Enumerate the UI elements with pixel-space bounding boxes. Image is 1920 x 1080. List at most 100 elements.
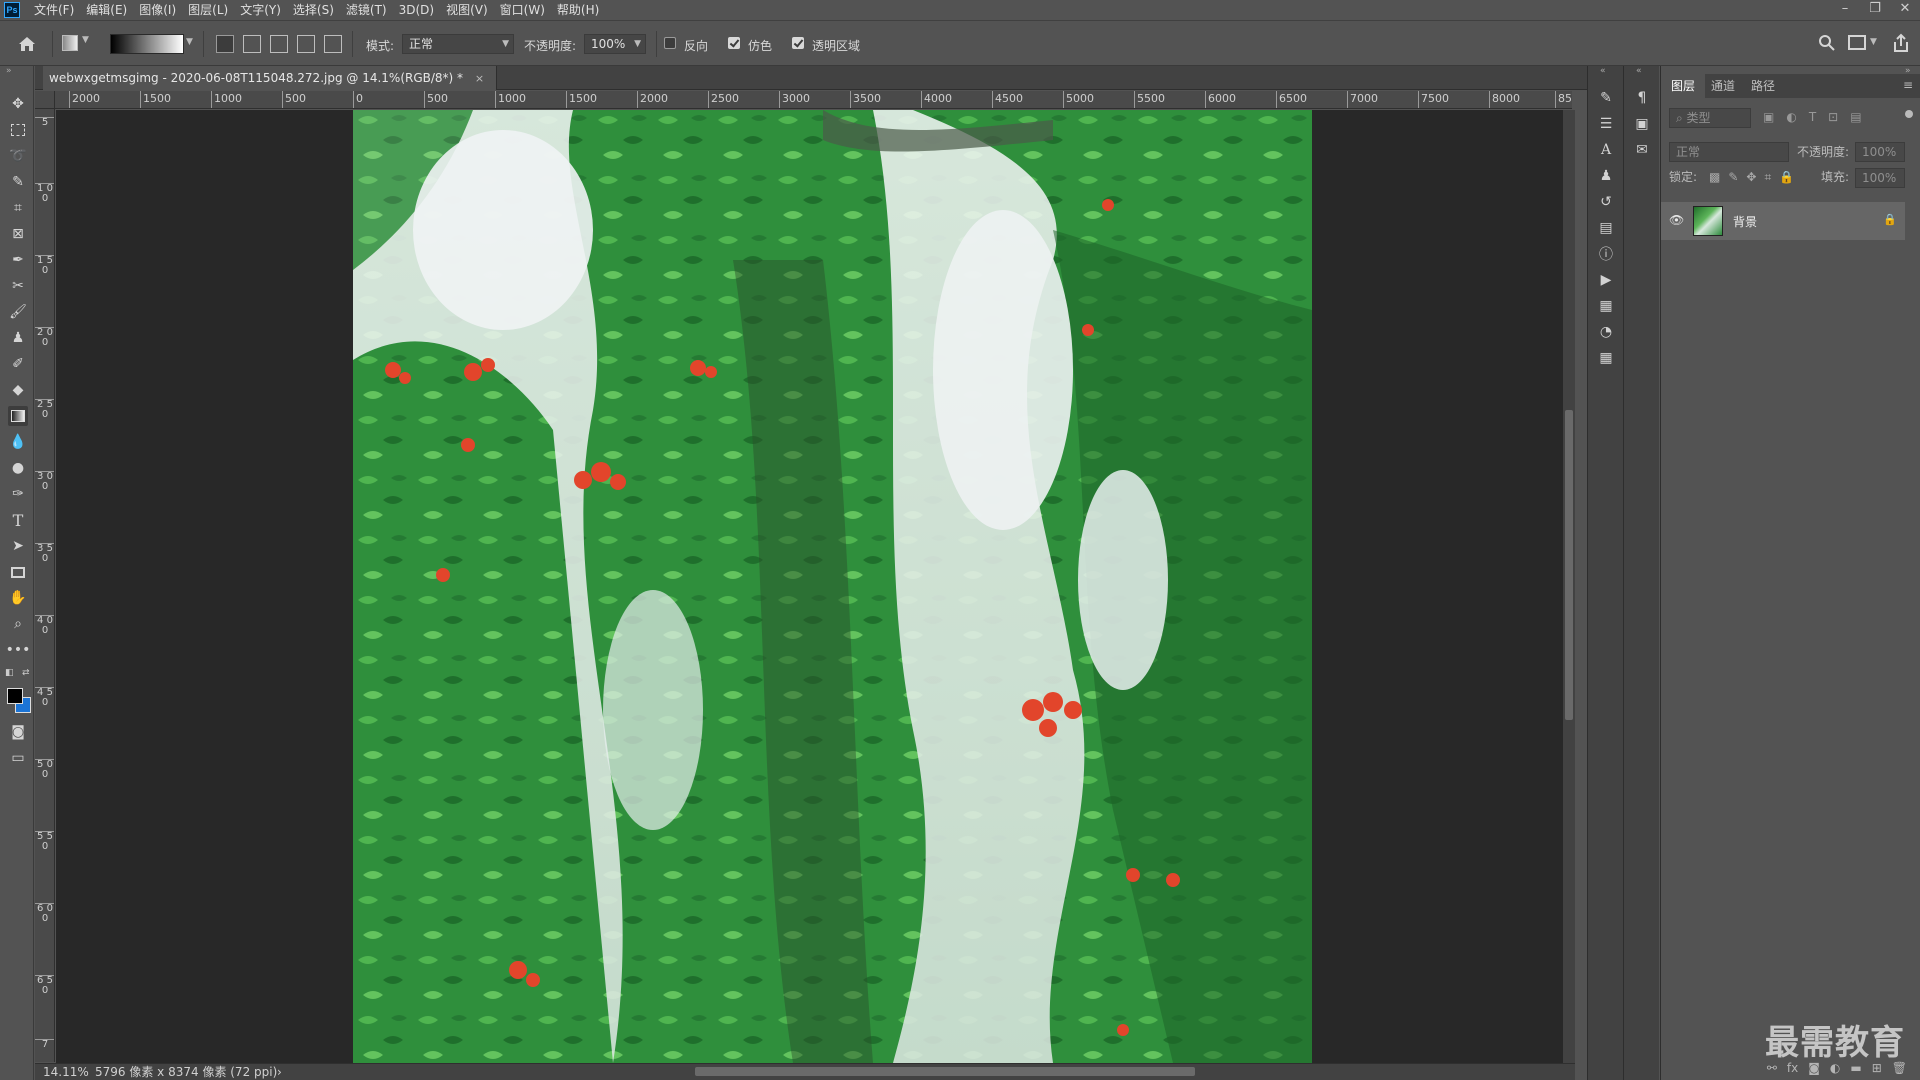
panel-menu-icon[interactable]: ≡ [1903, 78, 1913, 92]
clone-source-icon[interactable]: ♟ [1596, 166, 1616, 186]
actions-play-icon[interactable]: ▶ [1596, 270, 1616, 290]
reverse-checkbox[interactable] [664, 37, 676, 49]
blend-mode-select[interactable]: 正常 [1669, 142, 1789, 162]
collapse-icon[interactable]: » [6, 66, 12, 76]
3d-icon[interactable]: ◔ [1596, 322, 1616, 342]
transparency-checkbox[interactable] [792, 37, 804, 49]
workspace-icon[interactable] [1848, 35, 1866, 50]
tab-layers[interactable]: 图层 [1661, 74, 1706, 98]
move-tool-icon[interactable]: ✥ [8, 94, 28, 114]
history-icon[interactable]: ↺ [1596, 192, 1616, 212]
paragraph-icon[interactable]: ¶ [1632, 88, 1652, 108]
dither-checkbox[interactable] [728, 37, 740, 49]
filter-toggle-icon[interactable] [1905, 110, 1913, 118]
notes-icon[interactable]: ✉ [1632, 140, 1652, 160]
tool-preset-icon[interactable] [62, 35, 78, 51]
libraries-icon[interactable]: ▤ [1596, 218, 1616, 238]
default-colors-icon[interactable]: ◧ [5, 668, 14, 678]
rectangle-tool-icon[interactable] [8, 562, 28, 582]
properties-icon[interactable]: ▣ [1632, 114, 1652, 134]
restore-button[interactable]: ❐ [1860, 0, 1890, 20]
diamond-gradient-icon[interactable] [324, 35, 342, 53]
screen-mode-icon[interactable]: ▭ [8, 748, 28, 768]
styles-icon[interactable]: ▦ [1596, 296, 1616, 316]
type-tool-icon[interactable]: T [8, 510, 28, 530]
angle-gradient-icon[interactable] [270, 35, 288, 53]
crop-tool-icon[interactable]: ⌗ [8, 198, 28, 218]
layer-opacity-input[interactable]: 100% [1855, 142, 1905, 162]
menu-layer[interactable]: 图层(L) [182, 0, 234, 20]
vertical-scrollbar[interactable] [1563, 110, 1575, 1063]
lasso-tool-icon[interactable]: ➰ [8, 146, 28, 166]
lock-position-icon[interactable]: ✥ [1746, 170, 1756, 185]
linear-gradient-icon[interactable] [216, 35, 234, 53]
share-icon[interactable] [1892, 33, 1910, 56]
chevron-down-icon[interactable]: ▼ [82, 35, 89, 45]
menu-edit[interactable]: 编辑(E) [80, 0, 133, 20]
close-tab-icon[interactable]: × [475, 72, 484, 85]
foreground-color-swatch[interactable] [7, 688, 23, 704]
quick-select-tool-icon[interactable]: ✎ [8, 172, 28, 192]
gradient-picker[interactable] [110, 34, 184, 54]
lock-artboard-icon[interactable]: ⌗ [1764, 170, 1771, 185]
layer-row[interactable]: 👁 背景 🔒 [1661, 202, 1905, 240]
menu-help[interactable]: 帮助(H) [551, 0, 605, 20]
pen-tool-icon[interactable]: ✑ [8, 484, 28, 504]
menu-window[interactable]: 窗口(W) [494, 0, 551, 20]
lock-paint-icon[interactable]: ✎ [1728, 170, 1738, 185]
layer-name[interactable]: 背景 [1733, 213, 1757, 230]
smart-filter-icon[interactable]: ▤ [1850, 110, 1861, 124]
shape-filter-icon[interactable]: ⊡ [1828, 110, 1838, 124]
zoom-level[interactable]: 14.11% [43, 1064, 89, 1080]
status-menu-arrow[interactable]: › [277, 1064, 282, 1080]
menu-type[interactable]: 文字(Y) [234, 0, 287, 20]
gradient-tool-icon[interactable] [8, 406, 28, 426]
tab-channels[interactable]: 通道 [1701, 74, 1745, 98]
lock-all-icon[interactable]: 🔒 [1779, 170, 1794, 185]
layer-filter-search[interactable]: ⌕ 类型 [1669, 108, 1751, 128]
more-tools-icon[interactable]: ••• [6, 640, 31, 660]
menu-3d[interactable]: 3D(D) [393, 0, 440, 20]
eyedropper-tool-icon[interactable]: ✒ [8, 250, 28, 270]
character-icon[interactable]: A [1596, 140, 1616, 160]
adjustment-filter-icon[interactable]: ◐ [1786, 110, 1796, 124]
menu-view[interactable]: 视图(V) [440, 0, 494, 20]
history-brush-tool-icon[interactable]: ✐ [8, 354, 28, 374]
path-select-tool-icon[interactable]: ➤ [8, 536, 28, 556]
zoom-tool-icon[interactable]: ⌕ [8, 614, 28, 634]
menu-image[interactable]: 图像(I) [133, 0, 182, 20]
document-tab[interactable]: webwxgetmsgimg - 2020-06-08T115048.272.j… [43, 66, 498, 90]
close-window-button[interactable]: ✕ [1890, 0, 1920, 20]
chevron-down-icon[interactable]: ▼ [1870, 37, 1877, 47]
brush-settings-icon[interactable]: ✎ [1596, 88, 1616, 108]
menu-file[interactable]: 文件(F) [28, 0, 80, 20]
type-filter-icon[interactable]: T [1809, 110, 1816, 124]
horizontal-scroll-thumb[interactable] [695, 1067, 1195, 1076]
dodge-tool-icon[interactable]: ● [8, 458, 28, 478]
stamp-tool-icon[interactable]: ♟ [8, 328, 28, 348]
opacity-input[interactable]: 100% ▼ [584, 34, 646, 54]
collapse-icon[interactable]: « [1636, 66, 1642, 76]
fill-input[interactable]: 100% [1855, 168, 1905, 188]
eraser-tool-icon[interactable]: ◆ [8, 380, 28, 400]
search-icon[interactable] [1818, 34, 1836, 55]
swap-colors-icon[interactable]: ⇄ [22, 668, 30, 678]
image-filter-icon[interactable]: ▣ [1763, 110, 1774, 124]
healing-tool-icon[interactable]: ✂ [8, 276, 28, 296]
reflected-gradient-icon[interactable] [297, 35, 315, 53]
marquee-tool-icon[interactable] [8, 120, 28, 140]
frame-tool-icon[interactable]: ⊠ [8, 224, 28, 244]
minimize-button[interactable]: – [1830, 0, 1860, 20]
radial-gradient-icon[interactable] [243, 35, 261, 53]
menu-select[interactable]: 选择(S) [287, 0, 340, 20]
lock-pixels-icon[interactable]: ▩ [1709, 170, 1720, 185]
eye-icon[interactable]: 👁 [1669, 213, 1684, 227]
home-icon[interactable] [16, 33, 38, 55]
quick-mask-icon[interactable]: ◙ [8, 722, 28, 742]
menu-filter[interactable]: 滤镜(T) [340, 0, 393, 20]
document-image[interactable] [353, 110, 1312, 1063]
table-icon[interactable]: ▦ [1596, 348, 1616, 368]
tab-paths[interactable]: 路径 [1741, 74, 1785, 98]
brush-tool-icon[interactable]: 🖌 [8, 302, 28, 322]
canvas-area[interactable] [56, 110, 1563, 1063]
